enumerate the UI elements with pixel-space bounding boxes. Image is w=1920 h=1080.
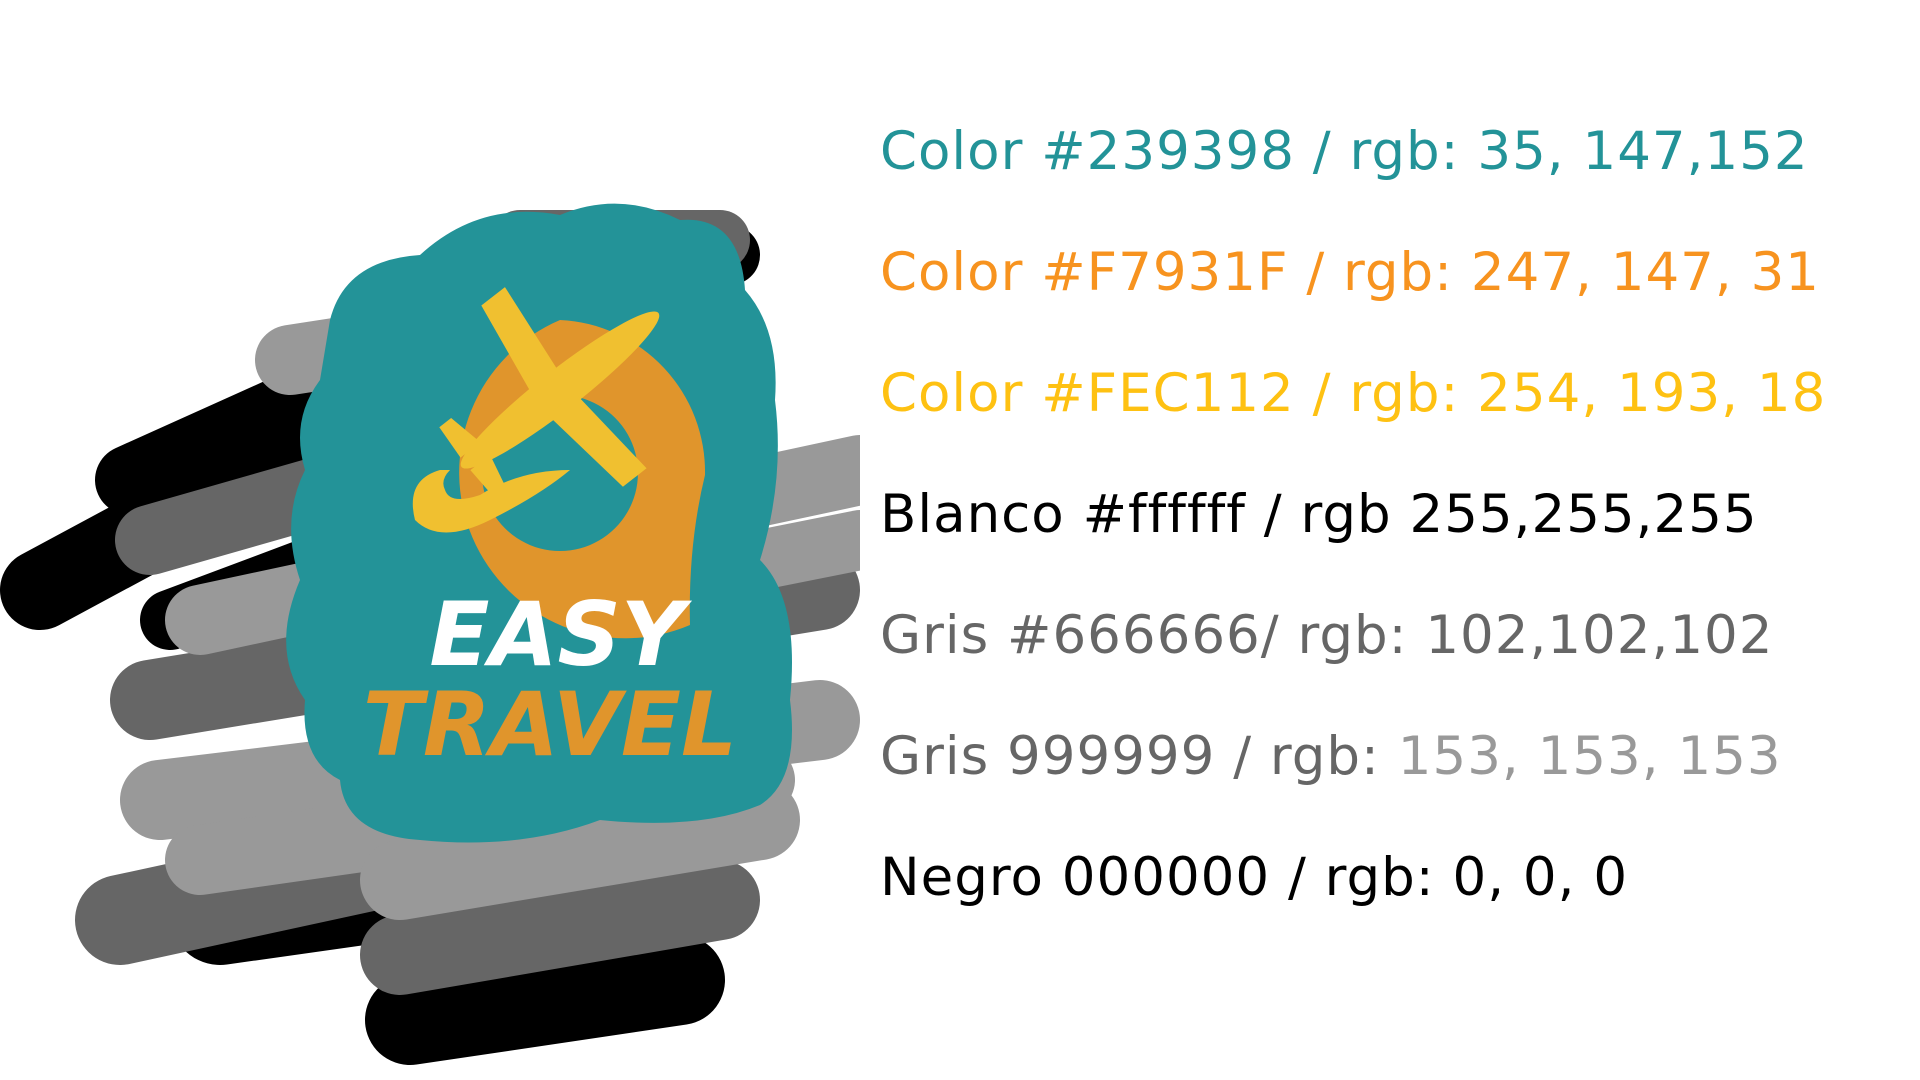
swatch-text: Gris 999999 / rgb:	[880, 726, 1398, 787]
swatch-white: Blanco #ffffff / rgb 255,255,255	[880, 475, 1910, 596]
swatch-text: Gris #666666/ rgb: 102,102,102	[880, 605, 1774, 666]
swatch-text: Negro 000000 / rgb: 0, 0, 0	[880, 847, 1629, 908]
swatch-yellow: Color #FEC112 / rgb: 254, 193, 18	[880, 354, 1910, 475]
swatch-black: Negro 000000 / rgb: 0, 0, 0	[880, 838, 1910, 959]
light-gray-brush-stroke	[730, 510, 860, 590]
color-swatch-list: Color #239398 / rgb: 35, 147,152 Color #…	[880, 112, 1910, 959]
swatch-text: Color #239398 / rgb: 35, 147,152	[880, 121, 1809, 182]
swatch-dark-gray: Gris #666666/ rgb: 102,102,102	[880, 596, 1910, 717]
easy-travel-logo: EASY TRAVEL	[0, 0, 860, 1080]
swatch-orange: Color #F7931F / rgb: 247, 147, 31	[880, 233, 1910, 354]
swatch-text-tail: 153, 153, 153	[1397, 726, 1782, 787]
logo-word-travel: TRAVEL	[363, 673, 737, 776]
swatch-text: Color #F7931F / rgb: 247, 147, 31	[880, 242, 1821, 303]
swatch-text: Color #FEC112 / rgb: 254, 193, 18	[880, 363, 1827, 424]
brand-color-palette-sheet: EASY TRAVEL Color #239398 / rgb: 35, 147…	[0, 0, 1920, 1080]
swatch-light-gray: Gris 999999 / rgb: 153, 153, 153	[880, 717, 1910, 838]
logo-word-easy: EASY	[429, 583, 693, 686]
logo-svg: EASY TRAVEL	[0, 203, 860, 1065]
swatch-text: Blanco #ffffff / rgb 255,255,255	[880, 484, 1758, 545]
swatch-teal: Color #239398 / rgb: 35, 147,152	[880, 112, 1910, 233]
